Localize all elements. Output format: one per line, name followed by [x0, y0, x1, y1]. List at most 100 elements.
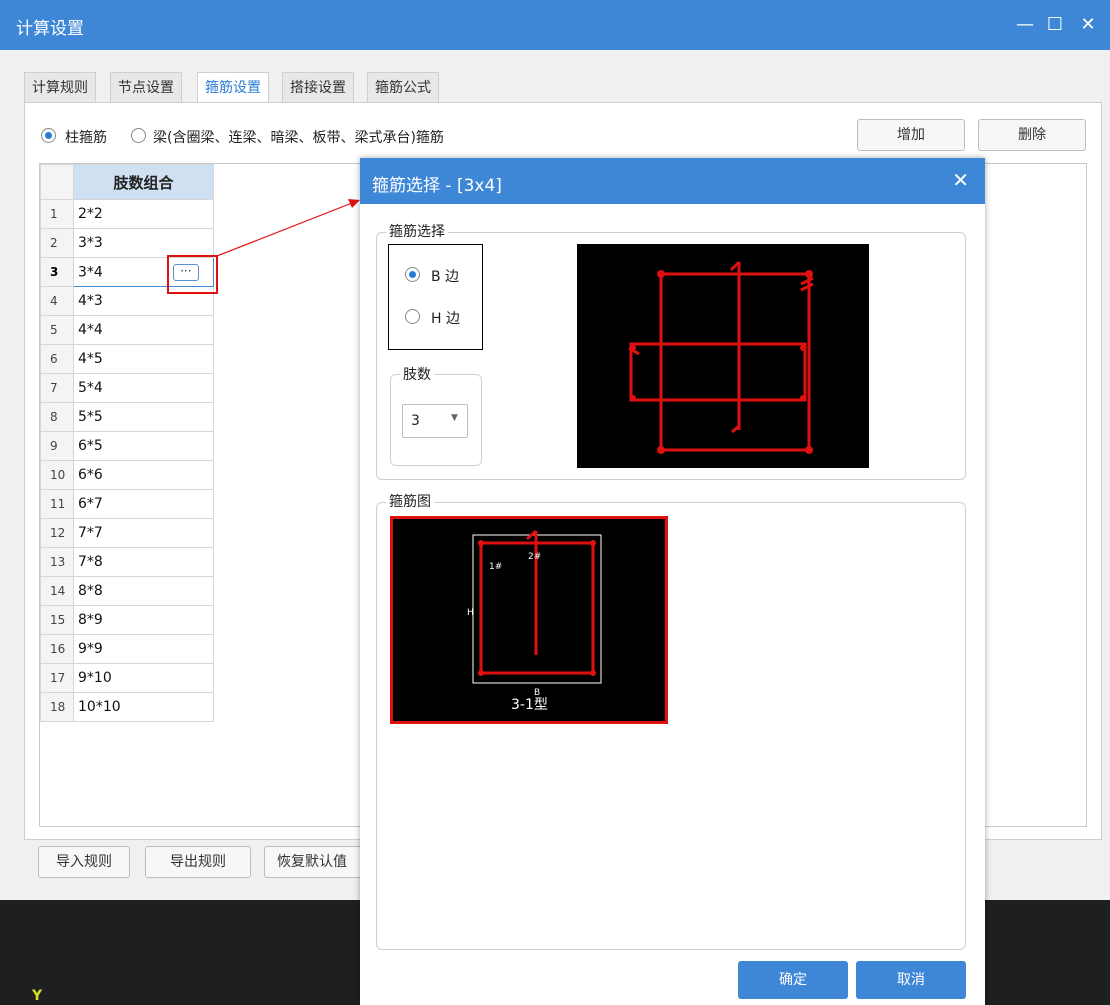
corner-bar	[657, 270, 665, 278]
beam-stirrup-label: 梁(含圈梁、连梁、暗梁、板带、梁式承台)箍筋	[153, 130, 444, 146]
cell-value: 4*4	[78, 322, 103, 338]
import-rules-button[interactable]: 导入规则	[38, 846, 130, 878]
row-number: 7	[40, 373, 74, 403]
leg-combination-cell[interactable]: 5*5	[73, 402, 214, 432]
b-side-radio[interactable]	[405, 267, 420, 282]
cell-value: 6*7	[78, 496, 103, 512]
leg-combination-cell[interactable]: 8*8	[73, 576, 214, 606]
corner-bar	[805, 270, 813, 278]
b-side-label: B 边	[431, 269, 460, 285]
stirrup-type-drawing: 1# 2# H B 3-1型	[467, 529, 602, 713]
table-row[interactable]: 4 4*3	[40, 286, 214, 316]
minimize-icon[interactable]: —	[1010, 10, 1040, 40]
leg-combination-cell[interactable]: 3*3	[73, 228, 214, 258]
row-number: 3	[40, 257, 74, 287]
row-number: 6	[40, 344, 74, 374]
table-row[interactable]: 12 7*7	[40, 518, 214, 548]
leg-combination-cell[interactable]: 5*4	[73, 373, 214, 403]
h-side-label: H 边	[431, 311, 460, 327]
close-icon[interactable]: ✕	[1073, 10, 1103, 40]
leg-combination-cell[interactable]: 4*3	[73, 286, 214, 316]
axis-label-y: Y	[31, 988, 43, 1004]
stirrup-hook	[800, 276, 814, 292]
row-number: 18	[40, 692, 74, 722]
leg-combination-cell[interactable]: 6*6	[73, 460, 214, 490]
row-number: 8	[40, 402, 74, 432]
stirrup-diagram-group-label: 箍筋图	[386, 491, 434, 511]
stirrup-type-3-1-thumbnail[interactable]: 1# 2# H B 3-1型	[390, 516, 668, 724]
table-row[interactable]: 2 3*3	[40, 228, 214, 258]
add-button[interactable]: 增加	[857, 119, 965, 151]
cell-value: 8*9	[78, 612, 103, 628]
ok-button[interactable]: 确定	[738, 961, 848, 999]
row-number: 5	[40, 315, 74, 345]
cell-value: 4*5	[78, 351, 103, 367]
cell-value: 7*8	[78, 554, 103, 570]
legs-select[interactable]: 3 ▼	[402, 404, 468, 438]
cell-value: 3*3	[78, 235, 103, 251]
leg-combination-cell[interactable]: 8*9	[73, 605, 214, 635]
dialog-close-icon[interactable]: ✕	[952, 168, 969, 192]
leg-combination-cell[interactable]: 4*5	[73, 344, 214, 374]
table-row[interactable]: 1 2*2	[40, 199, 214, 229]
stirrup-select-group-label: 箍筋选择	[386, 221, 448, 241]
window-title: 计算设置	[16, 19, 84, 39]
delete-button[interactable]: 删除	[978, 119, 1086, 151]
leg-combination-cell[interactable]: 6*5	[73, 431, 214, 461]
tab-lap-settings[interactable]: 搭接设置	[282, 72, 354, 102]
cell-value: 9*10	[78, 670, 112, 686]
tab-calc-rules[interactable]: 计算规则	[24, 72, 96, 102]
table-row[interactable]: 8 5*5	[40, 402, 214, 432]
diagram-label-2: 2#	[528, 552, 541, 562]
table-row[interactable]: 11 6*7	[40, 489, 214, 519]
ellipsis-button[interactable]: ···	[172, 263, 199, 281]
table-row[interactable]: 13 7*8	[40, 547, 214, 577]
beam-stirrup-radio[interactable]	[131, 128, 146, 143]
corner-bar	[630, 345, 636, 351]
leg-combination-cell[interactable]: 7*8	[73, 547, 214, 577]
table-row[interactable]: 17 9*10	[40, 663, 214, 693]
cell-value: 8*8	[78, 583, 103, 599]
leg-combination-cell[interactable]: 7*7	[73, 518, 214, 548]
diagram-label-h: H	[467, 608, 474, 618]
row-number: 16	[40, 634, 74, 664]
h-side-radio[interactable]	[405, 309, 420, 324]
row-number: 1	[40, 199, 74, 229]
tab-node-settings[interactable]: 节点设置	[110, 72, 182, 102]
table-row[interactable]: 14 8*8	[40, 576, 214, 606]
stirrup-preview	[577, 244, 869, 468]
export-rules-button[interactable]: 导出规则	[145, 846, 251, 878]
tab-stirrup-settings[interactable]: 箍筋设置	[197, 72, 269, 103]
dialog-body: 箍筋选择 B 边 H 边 肢数 3 ▼ 箍筋图 1# 2# H B 3-1型 确…	[360, 204, 985, 1005]
leg-combination-cell[interactable]: 9*9	[73, 634, 214, 664]
table-row[interactable]: 18 10*10	[40, 692, 214, 722]
title-bar: 计算设置 — ☐ ✕	[0, 0, 1110, 50]
table-row[interactable]: 5 4*4	[40, 315, 214, 345]
table-row[interactable]: 7 5*4	[40, 373, 214, 403]
table-row[interactable]: 6 4*5	[40, 344, 214, 374]
column-stirrup-radio[interactable]	[41, 128, 56, 143]
leg-combination-cell[interactable]: 4*4	[73, 315, 214, 345]
corner-bar	[800, 395, 806, 401]
table-row[interactable]: 10 6*6	[40, 460, 214, 490]
table-row[interactable]: 9 6*5	[40, 431, 214, 461]
leg-combination-cell[interactable]: 9*10	[73, 663, 214, 693]
cancel-button[interactable]: 取消	[856, 961, 966, 999]
leg-combination-cell[interactable]: 6*7	[73, 489, 214, 519]
leg-combination-cell[interactable]: 2*2	[73, 199, 214, 229]
row-number: 9	[40, 431, 74, 461]
diagram-bar	[478, 670, 484, 676]
leg-combination-cell[interactable]: 3*4 ···	[73, 257, 214, 287]
column-stirrup-label: 柱箍筋	[65, 130, 107, 146]
cell-value: 4*3	[78, 293, 103, 309]
table-row[interactable]: 15 8*9	[40, 605, 214, 635]
table-row[interactable]: 16 9*9	[40, 634, 214, 664]
tab-stirrup-formula[interactable]: 箍筋公式	[367, 72, 439, 102]
table-row[interactable]: 3 3*4 ···	[40, 257, 214, 287]
row-number: 17	[40, 663, 74, 693]
leg-combination-cell[interactable]: 10*10	[73, 692, 214, 722]
maximize-icon[interactable]: ☐	[1040, 10, 1070, 40]
cell-value: 9*9	[78, 641, 103, 657]
corner-bar	[630, 395, 636, 401]
outer-stirrup	[659, 272, 811, 452]
